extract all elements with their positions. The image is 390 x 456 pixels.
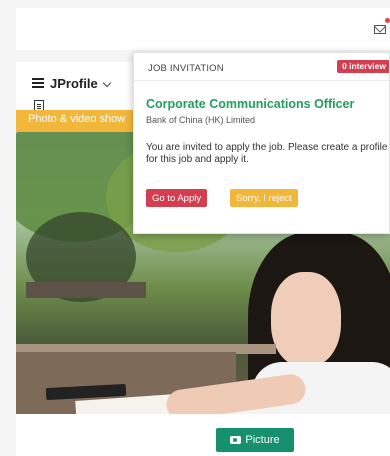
interview-badge[interactable]: 0 interview [337, 60, 389, 73]
profile-title[interactable]: JProfile [50, 76, 98, 91]
popup-header: JOB INVITATION 0 interview [134, 53, 389, 81]
popup-title: JOB INVITATION [148, 63, 224, 74]
reject-button[interactable]: Sorry, I reject [230, 189, 298, 207]
top-bar [16, 8, 390, 50]
job-invitation-popup: JOB INVITATION 0 interview Corporate Com… [133, 52, 390, 234]
menu-icon [32, 78, 44, 89]
job-title[interactable]: Corporate Communications Officer [146, 97, 354, 111]
picture-button-label: Picture [245, 434, 280, 446]
camera-icon [230, 436, 242, 444]
invitation-message: You are invited to apply the job. Please… [146, 142, 388, 165]
mail-icon[interactable] [374, 25, 386, 34]
chevron-down-icon[interactable] [102, 78, 112, 88]
go-to-apply-button[interactable]: Go to Apply [146, 189, 208, 207]
company-name: Bank of China (HK) Limited [146, 115, 256, 125]
notification-dot [385, 18, 390, 23]
picture-button[interactable]: Picture [216, 428, 294, 452]
